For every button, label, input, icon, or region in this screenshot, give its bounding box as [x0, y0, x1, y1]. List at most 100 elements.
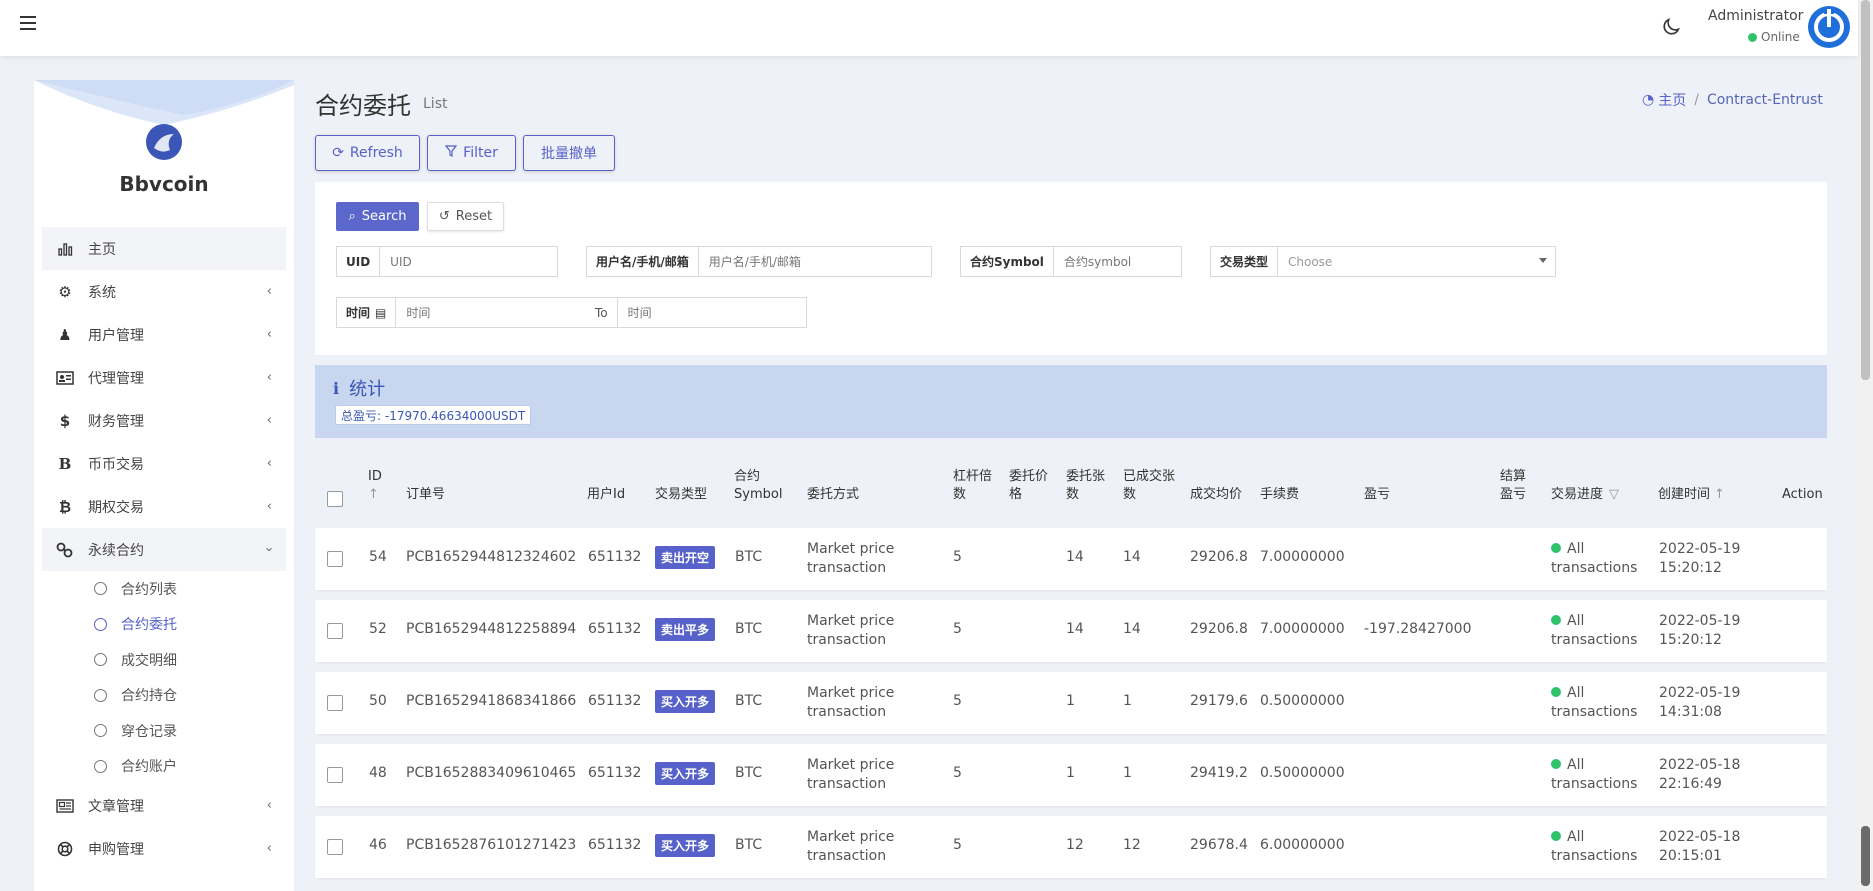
uid-label: UID	[337, 247, 381, 276]
status-dot-icon	[1551, 615, 1561, 625]
header-avg-price: 成交均价	[1190, 487, 1243, 502]
cell-leverage: 5	[953, 765, 962, 781]
breadcrumb-home[interactable]: 主页	[1658, 90, 1686, 110]
header-progress[interactable]: 交易进度 ▽	[1551, 486, 1619, 504]
reset-button[interactable]: ↺ Reset	[427, 202, 504, 231]
cell-order-no: PCB1652883409610465	[406, 765, 577, 781]
cell-user-id: 651132	[588, 621, 642, 637]
submenu-item-contract-account[interactable]: 合约账户	[94, 749, 286, 785]
cell-pnl: -197.28427000	[1364, 621, 1472, 637]
moon-icon[interactable]	[1660, 16, 1682, 38]
cell-avg-price: 29206.8	[1190, 621, 1248, 637]
cell-progress: All transactions	[1551, 757, 1638, 792]
cell-progress: All transactions	[1551, 541, 1638, 576]
sidebar-item-label: 系统	[88, 284, 116, 301]
circle-icon	[94, 759, 107, 773]
perpetual-submenu: 合约列表 合约委托 成交明细 合约持仓 穿仓记录 合约账户	[42, 571, 286, 784]
cell-id: 48	[369, 765, 387, 781]
header-method: 委托方式	[807, 487, 860, 502]
time-from-input[interactable]	[396, 298, 586, 327]
submenu-item-contract-entrust[interactable]: 合约委托	[94, 607, 286, 643]
uid-input[interactable]	[380, 247, 557, 276]
header-created[interactable]: 创建时间 ↑	[1658, 486, 1725, 504]
circle-icon	[94, 653, 107, 667]
users-icon: ♟	[58, 325, 72, 344]
submenu-item-deal-details[interactable]: 成交明细	[94, 642, 286, 678]
page-scrollbar[interactable]	[1858, 0, 1873, 891]
bar-chart-icon	[56, 240, 74, 258]
scrollbar-track[interactable]	[1861, 0, 1870, 380]
sidebar-item-spot-trading[interactable]: B 币币交易 ‹	[42, 442, 286, 485]
filter-panel: ⌕Search ↺Reset UID 用户名/手机/邮箱 合约Symbol 交易…	[315, 182, 1827, 355]
sidebar-item-home[interactable]: 主页	[42, 227, 286, 270]
circle-icon	[94, 688, 107, 702]
id-card-icon	[56, 369, 74, 387]
time-to-input[interactable]	[617, 298, 806, 327]
sidebar-wave-decoration	[34, 80, 294, 125]
cell-method: Market price transaction	[807, 541, 895, 576]
header-trade-type: 交易类型	[655, 487, 708, 502]
refresh-button[interactable]: ⟳ Refresh	[315, 135, 420, 171]
time-label: 时间 ▤	[337, 298, 397, 327]
user-field: 用户名/手机/邮箱	[586, 246, 932, 277]
filter-icon[interactable]: ▽	[1609, 487, 1619, 502]
trade-type-select[interactable]: Choose	[1278, 247, 1555, 276]
header-id[interactable]: ID ↑	[368, 468, 382, 504]
sidebar-item-perpetual[interactable]: 永续合约 ‹	[42, 528, 286, 571]
sidebar-item-label: 用户管理	[88, 327, 144, 344]
hamburger-menu-icon[interactable]	[20, 16, 36, 30]
sidebar-item-subscription[interactable]: 申购管理 ‹	[42, 827, 286, 870]
cell-trade-type: 卖出开空	[655, 546, 716, 569]
table-row: 46 PCB1652876101271423 651132 买入开多 BTC M…	[315, 816, 1827, 878]
select-all-checkbox[interactable]	[327, 491, 343, 507]
chevron-left-icon: ‹	[266, 499, 272, 514]
symbol-label: 合约Symbol	[961, 247, 1054, 276]
cell-symbol: BTC	[735, 621, 763, 637]
cell-fee: 0.50000000	[1260, 693, 1345, 709]
symbol-input[interactable]	[1053, 247, 1224, 276]
lifebuoy-icon	[56, 840, 74, 858]
filter-button[interactable]: Filter	[427, 135, 516, 171]
user-input[interactable]	[698, 247, 931, 276]
cell-qty: 1	[1066, 765, 1075, 781]
search-button[interactable]: ⌕ Search	[336, 202, 419, 231]
cell-method: Market price transaction	[807, 613, 895, 648]
cell-order-no: PCB1652944812258894	[406, 621, 577, 637]
cell-trade-type: 买入开多	[655, 762, 716, 785]
sidebar-item-system[interactable]: ⚙ 系统 ‹	[42, 270, 286, 313]
submenu-item-contract-list[interactable]: 合约列表	[94, 571, 286, 607]
row-checkbox[interactable]	[327, 623, 343, 639]
sidebar-item-finance[interactable]: $ 财务管理 ‹	[42, 399, 286, 442]
submenu-item-positions[interactable]: 合约持仓	[94, 678, 286, 714]
admin-status: Online	[1748, 30, 1800, 44]
row-checkbox[interactable]	[327, 551, 343, 567]
sidebar-menu: 主页 ⚙ 系统 ‹ ♟ 用户管理 ‹ 代理管理 ‹ $ 财务管理 ‹ B 币币交…	[42, 227, 286, 870]
cell-created: 2022-05-18 20:15:01	[1659, 829, 1741, 864]
cell-avg-price: 29678.4	[1190, 837, 1248, 853]
cell-id: 54	[369, 549, 387, 565]
scrollbar-thumb[interactable]	[1861, 826, 1870, 886]
sidebar-item-options[interactable]: ₿ 期权交易 ‹	[42, 485, 286, 528]
sidebar-item-label: 主页	[88, 241, 116, 258]
total-pnl-badge: 总盈亏: -17970.46634000USDT	[335, 405, 532, 425]
cell-created: 2022-05-18 22:16:49	[1659, 757, 1741, 792]
row-checkbox[interactable]	[327, 767, 343, 783]
row-checkbox[interactable]	[327, 695, 343, 711]
row-checkbox[interactable]	[327, 839, 343, 855]
table-header: ID ↑ 订单号 用户Id 交易类型 合约 Symbol 委托方式 杠杆倍数 委托价…	[315, 468, 1827, 510]
sidebar-item-label: 文章管理	[88, 798, 144, 815]
admin-name: Administrator	[1708, 8, 1804, 24]
avatar[interactable]	[1808, 6, 1850, 48]
sidebar-item-articles[interactable]: 文章管理 ‹	[42, 784, 286, 827]
batch-cancel-button[interactable]: 批量撤单	[523, 135, 615, 171]
header-price: 委托价格	[1009, 469, 1049, 502]
sidebar-item-users[interactable]: ♟ 用户管理 ‹	[42, 313, 286, 356]
submenu-item-liquidation[interactable]: 穿仓记录	[94, 713, 286, 749]
sidebar-item-agents[interactable]: 代理管理 ‹	[42, 356, 286, 399]
sidebar-item-label: 财务管理	[88, 413, 144, 430]
time-from-field: 时间 ▤	[336, 297, 587, 328]
cell-leverage: 5	[953, 621, 962, 637]
cell-progress: All transactions	[1551, 613, 1638, 648]
sort-up-icon: ↑	[1714, 487, 1725, 502]
cell-qty: 14	[1066, 549, 1084, 565]
